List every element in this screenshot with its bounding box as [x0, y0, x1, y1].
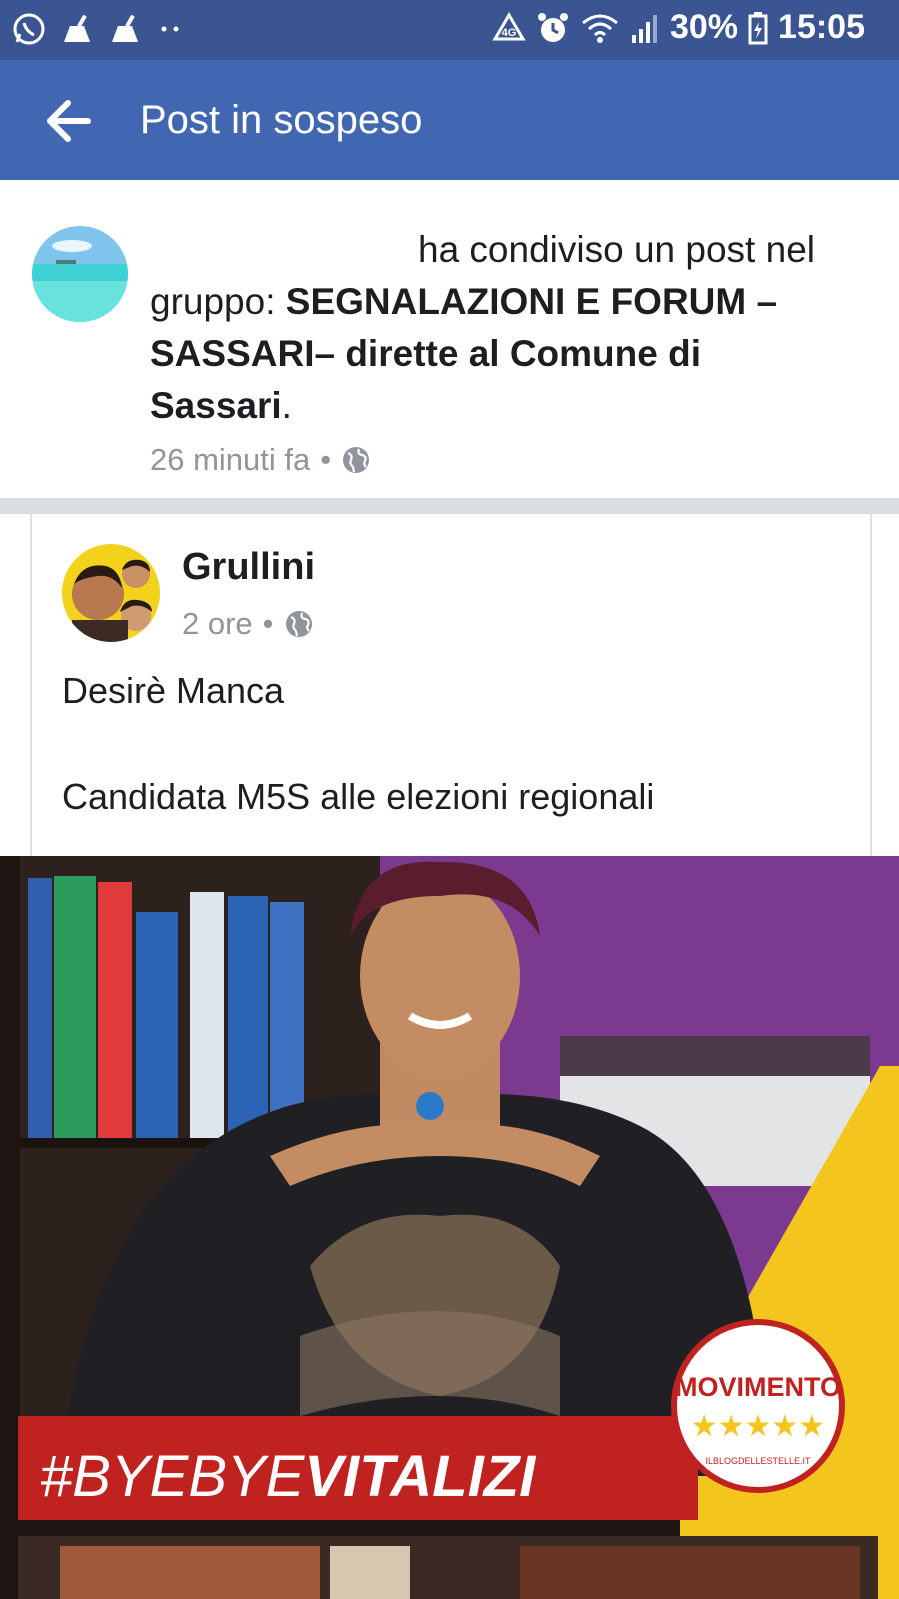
post-photo[interactable]: #BYEBYEVITALIZI MOVIMENTO ★★★★★ ILBLOGDE…: [0, 856, 899, 1599]
wifi-icon: [582, 14, 618, 43]
globe-icon: [343, 447, 370, 473]
post-text-line-1: Desirè Manca: [62, 670, 285, 711]
post-text-line-2: Candidata M5S alle elezioni regionali: [62, 776, 655, 817]
back-arrow-icon[interactable]: [44, 96, 94, 146]
meta-separator: •: [262, 606, 274, 641]
data-saver-icon: 4G: [492, 11, 526, 40]
cleaner-icon-2: [112, 14, 138, 42]
logo-stars: ★★★★★: [691, 1409, 825, 1444]
section-divider: [0, 498, 899, 514]
logo-text: MOVIMENTO: [675, 1372, 841, 1402]
share-time: 26 minuti fa: [150, 442, 311, 477]
share-text-end: .: [281, 385, 292, 426]
share-notice[interactable]: ha condiviso un post nel gruppo: SEGNALA…: [0, 180, 899, 498]
cleaner-icon: [64, 14, 90, 42]
page-title: Post in sospeso: [140, 98, 423, 142]
share-meta: 26 minuti fa •: [150, 442, 371, 478]
banner-hashtag: #BYEBYEVITALIZI: [40, 1444, 537, 1509]
photo-illustration: #BYEBYEVITALIZI MOVIMENTO ★★★★★ ILBLOGDE…: [0, 856, 899, 1599]
whatsapp-icon: [13, 13, 45, 45]
signal-icon: [631, 14, 657, 43]
clock: 15:05: [778, 8, 865, 46]
app-bar: Post in sospeso: [0, 60, 899, 180]
notification-icons: [12, 12, 186, 46]
post-author[interactable]: Grullini: [182, 546, 315, 589]
logo-subtext: ILBLOGDELLESTELLE.IT: [705, 1456, 811, 1466]
meta-separator: •: [320, 442, 332, 477]
battery-icon: [748, 11, 768, 44]
svg-text:4G: 4G: [502, 27, 517, 39]
post-card: Grullini 2 ore • Desirè Manca Candidata …: [30, 514, 872, 856]
globe-icon: [285, 611, 312, 637]
sharer-avatar[interactable]: [32, 226, 128, 322]
author-avatar[interactable]: [62, 544, 160, 642]
status-bar: 4G 30% 15:05: [0, 0, 899, 60]
battery-percent: 30%: [669, 8, 739, 46]
system-status: 4G 30% 15:05: [492, 8, 865, 47]
post-time[interactable]: 2 ore: [182, 606, 253, 642]
alarm-icon: [537, 12, 568, 42]
post-meta: 2 ore •: [182, 606, 314, 642]
more-notifications-icon: [161, 26, 179, 32]
share-notice-text: ha condiviso un post nel gruppo: SEGNALA…: [150, 224, 850, 432]
